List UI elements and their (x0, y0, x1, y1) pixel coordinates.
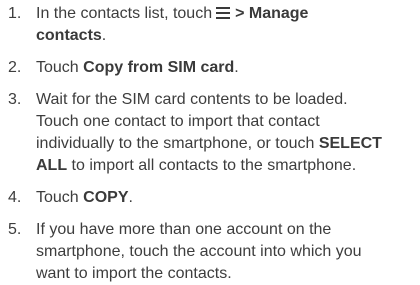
step-line: individually to the smartphone, or touch… (36, 133, 420, 155)
step-line: want to import the contacts. (36, 265, 232, 282)
step-bold-text: ALL (36, 157, 68, 174)
step-bold-text: SELECT (318, 135, 382, 152)
step-text-post: to import all contacts to the smartphone… (67, 157, 357, 174)
step-text-post: . (101, 27, 107, 44)
step-number: 5. (8, 221, 22, 238)
step-line: Touch COPY. (36, 187, 420, 209)
step-number: 4. (8, 189, 22, 206)
step-line: contacts. (36, 25, 420, 47)
step-line: Wait for the SIM card contents to be loa… (36, 91, 348, 108)
step-line: If you have more than one account on the (36, 221, 332, 238)
step-bold-text: Copy from SIM card (83, 59, 235, 76)
step-text: Touch COPY. (36, 187, 420, 209)
step-bold-text: contacts (36, 27, 102, 44)
step-text: If you have more than one account on the… (36, 219, 420, 285)
step-number: 1. (8, 5, 22, 22)
step-text-pre: Touch (36, 59, 84, 76)
step-text-post: . (128, 189, 133, 206)
step-text-post: . (234, 59, 239, 76)
step-text-pre: individually to the smartphone, or touch (36, 135, 319, 152)
step-line: In the contacts list, touch > Manage (36, 3, 420, 25)
step-line: ALL to import all contacts to the smartp… (36, 155, 420, 177)
step-text-pre: In the contacts list, touch (36, 5, 213, 22)
step-text-pre: Touch (36, 189, 84, 206)
menu-icon (216, 7, 231, 19)
step-number: 2. (8, 59, 22, 76)
step-line: smartphone, touch the account into which… (36, 243, 362, 260)
step-bold-text: COPY (83, 189, 129, 206)
instruction-page: 1. In the contacts list, touch > Manage c… (0, 0, 420, 285)
step-number: 3. (8, 91, 22, 108)
step-text: In the contacts list, touch > Manage cont… (36, 3, 420, 47)
step-text: Wait for the SIM card contents to be loa… (36, 89, 420, 177)
step-line: Touch one contact to import that contact (36, 113, 320, 130)
step-bold-text: > Manage (235, 5, 309, 22)
step-line: Touch Copy from SIM card. (36, 57, 420, 79)
step-text: Touch Copy from SIM card. (36, 57, 420, 79)
